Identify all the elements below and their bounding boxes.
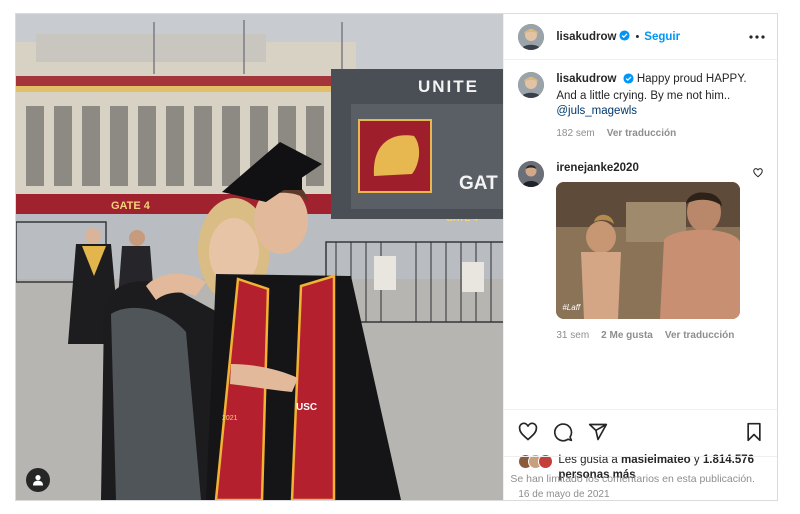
instagram-post: GATE 4 GATE 4 UNITE GAT [15, 13, 778, 501]
avatar-image [518, 161, 545, 187]
bookmark-icon [747, 422, 761, 441]
heart-icon [519, 422, 538, 441]
gif-image [556, 182, 741, 319]
gate-banner-text: GATE 4 [111, 200, 151, 212]
more-horizontal-icon [749, 34, 765, 39]
user-tag-button[interactable] [26, 468, 50, 492]
post-header: lisakudrow • Seguir [504, 14, 777, 60]
comment-gif[interactable]: #Laff [556, 182, 741, 319]
post-side-panel: lisakudrow • Seguir lisakudrow Happy pro… [503, 14, 777, 500]
comment-translate-link[interactable]: Ver traducción [665, 328, 734, 343]
gate-sign-text: GAT [459, 173, 498, 194]
separator-dot: • [635, 30, 640, 43]
username-link[interactable]: lisakudrow [556, 31, 616, 43]
graduation-photo: GATE 4 GATE 4 UNITE GAT [16, 14, 504, 500]
avatar[interactable] [518, 161, 545, 187]
heart-icon [753, 168, 763, 178]
caption-mention-link[interactable]: @juls_magewls [556, 105, 637, 117]
caption-username[interactable]: lisakudrow [556, 73, 616, 85]
comment-likes-link[interactable]: 2 Me gusta [601, 328, 653, 343]
like-button[interactable] [518, 422, 538, 442]
verified-badge-icon [623, 73, 634, 89]
comment-button[interactable] [553, 422, 573, 442]
save-button[interactable] [745, 422, 763, 442]
comments-limited-notice: Se han limitado los comentarios en esta … [504, 456, 777, 500]
verified-badge-icon [619, 28, 630, 46]
stole-year-text: 2021 [222, 415, 238, 422]
caption-translate-link[interactable]: Ver traducción [607, 126, 676, 141]
more-options-button[interactable] [749, 34, 765, 39]
post-photo[interactable]: GATE 4 GATE 4 UNITE GAT [16, 14, 504, 500]
gif-label: #Laff [562, 303, 581, 312]
stole-usc-text: USC [296, 402, 317, 413]
stadium-sign-text: UNITE [418, 77, 479, 96]
avatar[interactable] [518, 72, 545, 98]
caption: lisakudrow Happy proud HAPPY. And a litt… [518, 72, 763, 141]
follow-button[interactable]: Seguir [644, 31, 680, 43]
avatar-image [518, 23, 545, 50]
avatar[interactable] [518, 23, 545, 50]
action-bar [504, 409, 777, 453]
paper-plane-icon [589, 423, 608, 440]
comments-list[interactable]: lisakudrow Happy proud HAPPY. And a litt… [504, 60, 777, 409]
person-icon [33, 475, 43, 486]
comment-username[interactable]: irenejanke2020 [556, 162, 638, 174]
share-button[interactable] [588, 422, 608, 442]
comment-item: irenejanke2020 #Laff 31 sem 2 Me gusta V… [518, 161, 763, 343]
comment-time[interactable]: 31 sem [556, 328, 589, 343]
caption-time[interactable]: 182 sem [556, 126, 594, 141]
comment-bubble-icon [554, 422, 573, 442]
comment-like-button[interactable] [753, 165, 763, 343]
avatar-image [518, 72, 545, 98]
